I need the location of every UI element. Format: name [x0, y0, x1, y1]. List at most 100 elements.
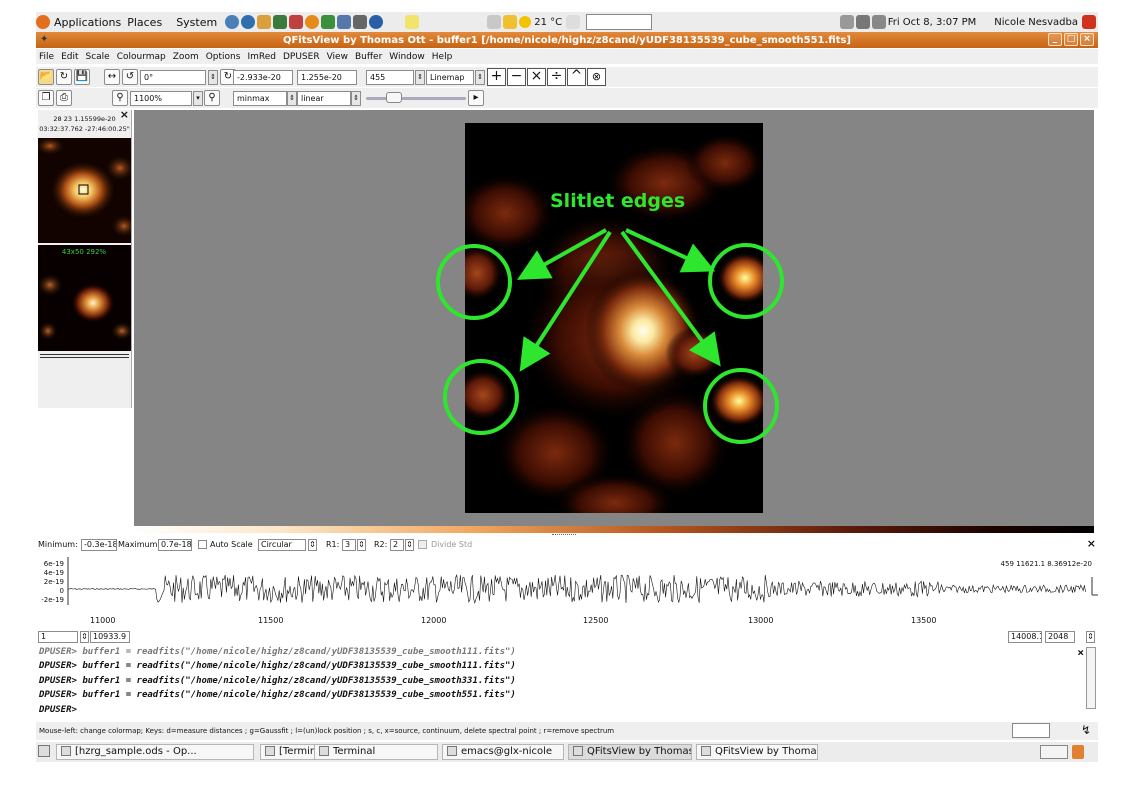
clear-icon[interactable]: ⊗ [587, 68, 606, 86]
notes-icon[interactable] [405, 15, 420, 29]
ubuntu-logo-icon[interactable] [36, 15, 50, 29]
menu-zoom[interactable]: Zoom [173, 52, 199, 62]
screenshot-icon[interactable] [487, 15, 502, 29]
flip-horizontal-icon[interactable]: ↔ [104, 69, 120, 85]
scale-type-select[interactable]: linear [297, 91, 351, 106]
workspace-switcher[interactable] [1040, 745, 1068, 759]
auto-scale-checkbox[interactable] [198, 540, 207, 549]
weather-temperature[interactable]: 21 °C [534, 17, 562, 28]
zoom-out-icon[interactable]: ⚲ [204, 90, 220, 106]
folder-tray-icon[interactable] [503, 15, 518, 29]
menu-edit[interactable]: Edit [61, 52, 78, 62]
firefox-launcher-icon[interactable] [225, 15, 240, 29]
frame-field[interactable]: 455 [366, 70, 414, 85]
status-icon[interactable]: ↯ [1081, 723, 1091, 737]
media-launcher-icon[interactable] [305, 15, 320, 29]
volume-icon[interactable] [871, 15, 886, 29]
menu-window[interactable]: Window [389, 52, 425, 62]
tools-launcher-icon[interactable] [257, 15, 272, 29]
places-menu[interactable]: Places [127, 16, 162, 29]
multiply-icon[interactable]: × [527, 68, 546, 86]
menu-help[interactable]: Help [432, 52, 453, 62]
taskbar-item[interactable]: emacs@glx-nicole [442, 744, 564, 760]
taskbar-item[interactable]: Terminal [314, 744, 438, 760]
max-value-field[interactable]: 1.255e-20 [297, 70, 357, 85]
console-prompt[interactable]: DPUSER> [39, 705, 77, 715]
menu-file[interactable]: File [39, 52, 54, 62]
scale-method-select[interactable]: minmax [233, 91, 287, 106]
mail-launcher-icon[interactable] [289, 15, 304, 29]
dpuser-console[interactable]: DPUSER> buffer1 = readfits("/home/nicole… [36, 645, 1098, 719]
aperture-select[interactable]: Circular [258, 539, 306, 551]
taskbar-item[interactable]: QFitsView by Thomas ... [568, 744, 692, 760]
battery-icon[interactable] [855, 15, 870, 29]
rotation-field[interactable]: 0° [140, 70, 206, 85]
close-window-button[interactable]: × [1080, 33, 1094, 46]
menu-buffer[interactable]: Buffer [355, 52, 382, 62]
show-desktop-icon[interactable] [38, 745, 50, 757]
open-file-icon[interactable]: 📂 [38, 69, 54, 85]
r2-spinner[interactable]: ⇕ [405, 539, 414, 551]
divide-std-checkbox[interactable] [418, 540, 427, 549]
aperture-dropdown[interactable]: ⇕ [308, 539, 317, 551]
reload-icon[interactable]: ↻ [56, 69, 72, 85]
subtract-icon[interactable]: − [507, 68, 526, 86]
start-wavelength-field[interactable]: 10933.9 [90, 631, 130, 643]
print-icon[interactable]: ⎙ [56, 90, 72, 106]
maximize-button[interactable]: □ [1064, 33, 1078, 46]
window-titlebar[interactable]: ✦ QFitsView by Thomas Ott - buffer1 [/ho… [36, 32, 1098, 48]
colorbar[interactable] [134, 526, 1094, 533]
browser-launcher-icon[interactable] [369, 15, 384, 29]
menu-scale[interactable]: Scale [86, 52, 110, 62]
copy-icon[interactable]: ❐ [38, 90, 54, 106]
rotate-left-icon[interactable]: ↺ [122, 69, 138, 85]
main-image-view[interactable]: Slitlet edges [134, 110, 1094, 526]
checklist-launcher-icon[interactable] [273, 15, 288, 29]
shutdown-icon[interactable] [1082, 15, 1096, 29]
r1-spinner[interactable]: ⇕ [357, 539, 366, 551]
power-icon[interactable]: ^ [567, 68, 586, 86]
menu-view[interactable]: View [327, 52, 348, 62]
end-wavelength-field[interactable]: 14008.1 [1008, 631, 1042, 643]
scale-method-dropdown[interactable]: ⇕ [287, 91, 297, 106]
user-name[interactable]: Nicole Nesvadba [994, 17, 1078, 28]
maximum-field[interactable]: 0.7e-18 [158, 539, 192, 551]
spreadsheet-launcher-icon[interactable] [321, 15, 336, 29]
start-index-spinner[interactable]: ⇕ [80, 631, 89, 643]
taskbar-item[interactable]: [hzrg_sample.ods - Op... [56, 744, 254, 760]
console-scrollbar[interactable] [1086, 647, 1096, 709]
zoom-select[interactable]: 1100% [130, 91, 192, 106]
end-index-spinner[interactable]: ⇕ [1086, 631, 1095, 643]
overview-thumbnail[interactable] [38, 138, 131, 243]
menu-options[interactable]: Options [206, 52, 241, 62]
contrast-slider-handle[interactable] [386, 92, 402, 103]
applications-menu[interactable]: Applications [54, 16, 121, 29]
divide-icon[interactable]: ÷ [547, 68, 566, 86]
mode-select[interactable]: Linemap [426, 70, 474, 85]
zoom-in-icon[interactable]: ⚲ [112, 90, 128, 106]
r2-field[interactable]: 2 [390, 539, 404, 551]
mode-dropdown[interactable]: ⇕ [475, 70, 485, 85]
start-index-field[interactable]: 1 [38, 631, 78, 643]
presentation-launcher-icon[interactable] [337, 15, 352, 29]
play-icon[interactable]: ▸ [468, 90, 484, 106]
network-icon[interactable] [839, 15, 854, 29]
minimum-field[interactable]: -0.3e-18 [81, 539, 117, 551]
end-index-field[interactable]: 2048 [1045, 631, 1075, 643]
splitter-handle[interactable] [552, 534, 576, 536]
save-icon[interactable]: 💾 [74, 69, 90, 85]
r1-field[interactable]: 3 [342, 539, 356, 551]
minimize-button[interactable]: _ [1048, 33, 1062, 46]
rotation-spinner[interactable]: ⇕ [208, 70, 218, 85]
panel-search-input[interactable] [586, 14, 653, 30]
scale-type-dropdown[interactable]: ⇕ [351, 91, 361, 106]
zoom-dropdown[interactable]: ▾ [193, 91, 203, 106]
min-value-field[interactable]: -2.933e-20 [233, 70, 293, 85]
close-spectrum-icon[interactable]: × [1087, 537, 1096, 550]
system-menu[interactable]: System [176, 16, 217, 29]
menu-imred[interactable]: ImRed [247, 52, 276, 62]
menu-colourmap[interactable]: Colourmap [117, 52, 166, 62]
taskbar-item[interactable]: QFitsView by Thomas ... [696, 744, 818, 760]
clock[interactable]: Fri Oct 8, 3:07 PM [888, 17, 977, 28]
spectrum-plot[interactable]: 6e-19 4e-19 2e-19 0 -2e-19 459 11621.1 8… [36, 555, 1098, 620]
